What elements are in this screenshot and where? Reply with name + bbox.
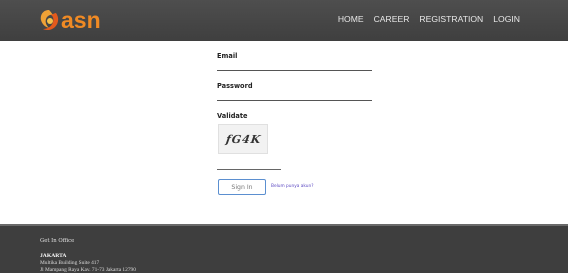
site-footer: Get In Office JAKARTA Multika Building S… bbox=[0, 224, 568, 273]
site-logo[interactable]: asn bbox=[38, 6, 101, 34]
validate-label: Validate bbox=[217, 112, 248, 120]
office-address-line1: Multika Building Suite 417 bbox=[40, 260, 100, 266]
main-nav: HOME CAREER REGISTRATION LOGIN bbox=[338, 14, 520, 24]
register-link[interactable]: Belum punya akun? bbox=[271, 184, 314, 189]
nav-career[interactable]: CAREER bbox=[374, 14, 410, 24]
password-field[interactable] bbox=[217, 87, 372, 101]
site-header: asn HOME CAREER REGISTRATION LOGIN bbox=[0, 0, 568, 41]
captcha-field[interactable] bbox=[217, 160, 281, 170]
email-field[interactable] bbox=[217, 57, 372, 71]
sign-in-button[interactable]: Sign In bbox=[218, 179, 266, 195]
nav-registration[interactable]: REGISTRATION bbox=[419, 14, 483, 24]
captcha-text: fG4K bbox=[225, 133, 263, 146]
logo-text: asn bbox=[61, 7, 101, 33]
nav-home[interactable]: HOME bbox=[338, 14, 364, 24]
captcha-image: fG4K bbox=[218, 124, 268, 154]
office-city: JAKARTA bbox=[40, 253, 67, 259]
office-address-line2: Jl Mampang Raya Kav. 71-73 Jakarta 12790 bbox=[40, 267, 136, 273]
asn-logo-icon bbox=[40, 10, 59, 31]
nav-login[interactable]: LOGIN bbox=[493, 14, 520, 24]
footer-title: Get In Office bbox=[40, 238, 75, 244]
